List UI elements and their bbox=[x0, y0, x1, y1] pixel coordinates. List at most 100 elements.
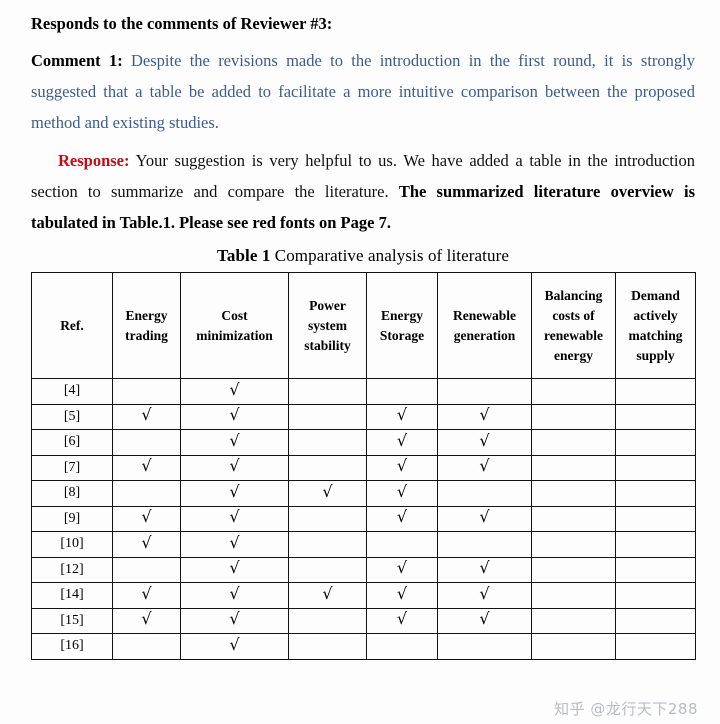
cell-check: √ bbox=[112, 454, 181, 481]
cell-reference: [8] bbox=[31, 480, 113, 507]
page-title: Responds to the comments of Reviewer #3: bbox=[31, 0, 695, 39]
cell-check: √ bbox=[180, 607, 289, 634]
column-header-demand-matching: Demand actively matching supply bbox=[615, 272, 696, 379]
cell-check: √ bbox=[437, 454, 532, 481]
table-row: [16] √ bbox=[31, 633, 696, 660]
check-icon: √ bbox=[141, 456, 152, 476]
check-icon: √ bbox=[229, 430, 240, 450]
check-icon: √ bbox=[479, 609, 490, 629]
check-icon: √ bbox=[141, 609, 152, 629]
check-icon: √ bbox=[479, 583, 490, 603]
check-icon: √ bbox=[229, 481, 240, 501]
cell-check: √ bbox=[366, 429, 438, 456]
cell-empty bbox=[531, 531, 616, 558]
cell-check: √ bbox=[366, 582, 438, 609]
cell-empty bbox=[615, 556, 696, 583]
cell-empty bbox=[437, 378, 532, 405]
cell-check: √ bbox=[366, 556, 438, 583]
cell-empty bbox=[112, 480, 181, 507]
cell-check: √ bbox=[180, 403, 289, 430]
check-icon: √ bbox=[396, 456, 408, 476]
check-icon: √ bbox=[396, 507, 408, 527]
column-header-energy-trading: Energy trading bbox=[112, 272, 181, 379]
cell-check: √ bbox=[180, 378, 289, 405]
cell-check: √ bbox=[437, 556, 532, 583]
cell-check: √ bbox=[180, 429, 289, 456]
column-header-renewable-generation: Renewable generation bbox=[437, 272, 532, 379]
cell-reference: [12] bbox=[31, 556, 113, 583]
check-icon: √ bbox=[141, 507, 152, 527]
table-row: [7] √ √ √ √ bbox=[31, 454, 696, 481]
page-title-text: Responds to the comments of Reviewer #3: bbox=[31, 14, 333, 33]
column-header-cost-minimization: Cost minimization bbox=[180, 272, 289, 379]
cell-check: √ bbox=[366, 403, 438, 430]
table-header-row: Ref. Energy trading Cost minimization Po… bbox=[31, 272, 696, 379]
cell-empty bbox=[437, 480, 532, 507]
check-icon: √ bbox=[396, 609, 408, 629]
cell-check: √ bbox=[366, 607, 438, 634]
check-icon: √ bbox=[479, 456, 490, 476]
document-page: Responds to the comments of Reviewer #3:… bbox=[0, 0, 720, 724]
column-header-balancing-costs: Balancing costs of renewable energy bbox=[531, 272, 616, 379]
cell-empty bbox=[615, 403, 696, 430]
check-icon: √ bbox=[229, 558, 240, 578]
cell-reference: [16] bbox=[31, 633, 113, 660]
table-row: [15] √ √ √ √ bbox=[31, 607, 696, 634]
column-header-power-system-stability: Power system stability bbox=[288, 272, 367, 379]
cell-empty bbox=[615, 582, 696, 609]
cell-reference: [10] bbox=[31, 531, 113, 558]
check-icon: √ bbox=[322, 481, 333, 501]
cell-empty bbox=[112, 556, 181, 583]
cell-check: √ bbox=[112, 582, 181, 609]
check-icon: √ bbox=[479, 430, 490, 450]
table-row: [6] √ √ √ bbox=[31, 429, 696, 456]
check-icon: √ bbox=[141, 405, 152, 425]
table-row: [8] √ √ √ bbox=[31, 480, 696, 507]
watermark: 知乎 @龙行天下288 bbox=[554, 700, 698, 718]
cell-empty bbox=[288, 607, 367, 634]
column-header-energy-storage: Energy Storage bbox=[366, 272, 438, 379]
cell-empty bbox=[112, 633, 181, 660]
check-icon: √ bbox=[229, 583, 240, 603]
cell-empty bbox=[531, 607, 616, 634]
cell-check: √ bbox=[112, 531, 181, 558]
check-icon: √ bbox=[229, 379, 240, 399]
cell-empty bbox=[366, 378, 438, 405]
table-row: [9] √ √ √ √ bbox=[31, 505, 696, 532]
cell-empty bbox=[531, 429, 616, 456]
cell-reference: [4] bbox=[31, 378, 113, 405]
cell-check: √ bbox=[437, 607, 532, 634]
cell-empty bbox=[288, 378, 367, 405]
check-icon: √ bbox=[396, 558, 408, 578]
cell-empty bbox=[531, 378, 616, 405]
cell-check: √ bbox=[112, 607, 181, 634]
cell-check: √ bbox=[180, 480, 289, 507]
table-body: [4] √ [5] √ √ √ √ [6] √ √ √ [7] √ √ √ √ [8] √ √ √ [9] √ √ √ √ [10… bbox=[31, 378, 696, 660]
table-header: Ref. Energy trading Cost minimization Po… bbox=[31, 272, 696, 379]
check-icon: √ bbox=[396, 583, 408, 603]
cell-empty bbox=[366, 531, 438, 558]
table-row: [4] √ bbox=[31, 378, 696, 405]
check-icon: √ bbox=[479, 507, 490, 527]
check-icon: √ bbox=[229, 507, 240, 527]
cell-empty bbox=[615, 480, 696, 507]
cell-empty bbox=[531, 505, 616, 532]
cell-check: √ bbox=[180, 531, 289, 558]
cell-reference: [14] bbox=[31, 582, 113, 609]
cell-empty bbox=[531, 403, 616, 430]
cell-check: √ bbox=[180, 454, 289, 481]
cell-empty bbox=[531, 454, 616, 481]
cell-empty bbox=[288, 403, 367, 430]
cell-check: √ bbox=[180, 582, 289, 609]
table-caption: Table 1 Comparative analysis of literatu… bbox=[31, 238, 695, 272]
cell-empty bbox=[615, 531, 696, 558]
cell-empty bbox=[615, 607, 696, 634]
cell-empty bbox=[112, 378, 181, 405]
check-icon: √ bbox=[396, 481, 408, 501]
cell-check: √ bbox=[437, 582, 532, 609]
cell-check: √ bbox=[366, 505, 438, 532]
cell-check: √ bbox=[288, 582, 367, 609]
cell-empty bbox=[288, 531, 367, 558]
table-row: [14] √ √ √ √ √ bbox=[31, 582, 696, 609]
cell-empty bbox=[531, 480, 616, 507]
